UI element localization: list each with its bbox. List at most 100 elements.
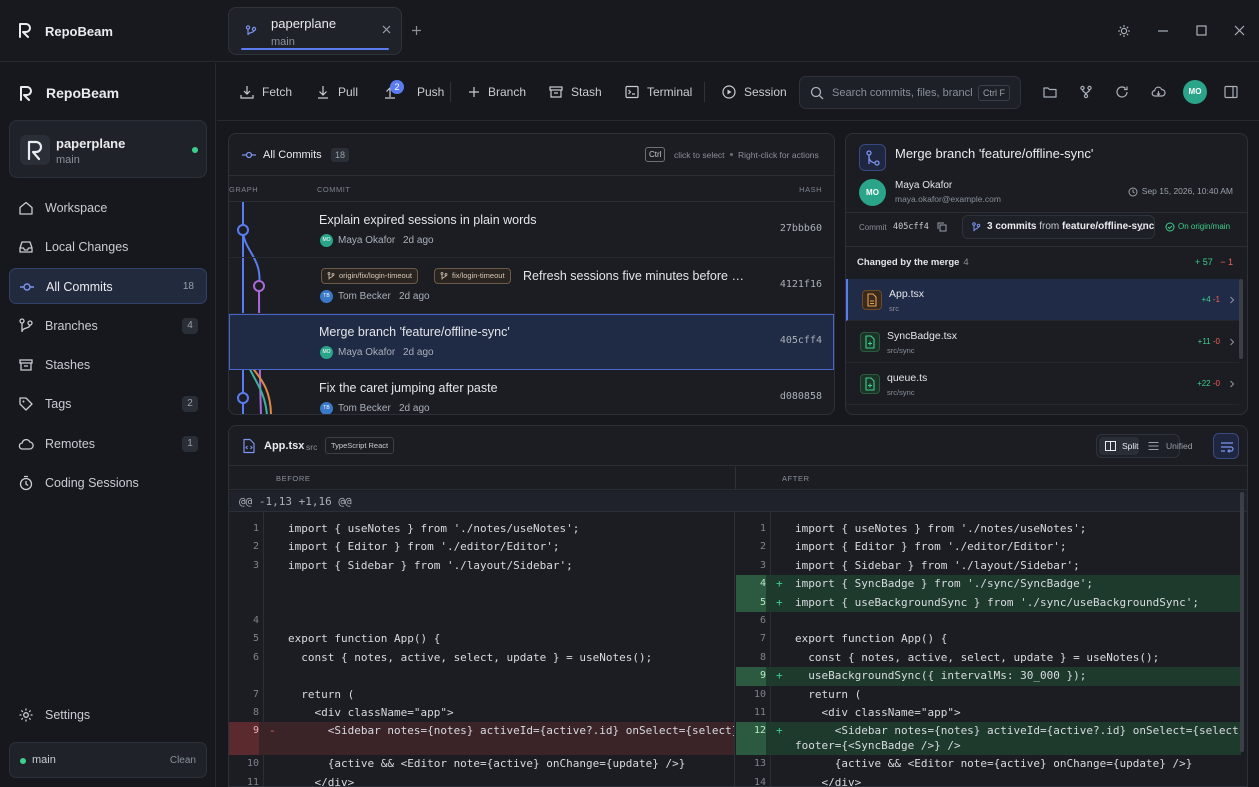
search-input[interactable] <box>832 85 972 101</box>
code-text: {active && <Editor note={active} onChang… <box>795 757 1193 771</box>
changed-file-row[interactable]: SyncBadge.tsx src/sync +11 -0 <box>846 321 1239 363</box>
line-number: 9 <box>736 667 766 686</box>
diff-line: 10 {active && <Editor note={active} onCh… <box>229 755 734 773</box>
file-lines-added: +22 <box>1197 379 1211 388</box>
diff-line: 8 const { notes, active, select, update … <box>736 649 1241 667</box>
sidebar-item-tags[interactable]: Tags 2 <box>9 386 207 422</box>
origin-status: On origin/main <box>1165 222 1230 232</box>
commit-row[interactable]: Explain expired sessions in plain words … <box>229 202 834 258</box>
push-label: Push <box>417 85 445 99</box>
sidebar-item-label: Coding Sessions <box>45 476 139 490</box>
line-number: 3 <box>252 559 259 571</box>
sidebar-item-remotes[interactable]: Remotes 1 <box>9 426 207 462</box>
fetch-button[interactable]: Fetch <box>240 82 292 102</box>
close-window-icon[interactable] <box>1234 25 1245 36</box>
diff-column-headers: BEFORE AFTER <box>229 467 1247 490</box>
repo-switcher[interactable]: paperplane main <box>9 120 207 178</box>
remote-branch-ref[interactable]: origin/fix/login-timeout <box>321 268 418 284</box>
code-text: import { useNotes } from './notes/useNot… <box>795 522 1087 535</box>
sidebar-item-local-changes[interactable]: Local Changes <box>9 229 207 265</box>
sidebar-item-coding-sessions[interactable]: Coding Sessions <box>9 465 207 501</box>
commit-count-badge: 18 <box>331 148 350 162</box>
archive-icon <box>18 357 34 373</box>
changed-file-row-selected[interactable]: App.tsx src +4 -1 <box>846 279 1239 321</box>
home-icon <box>18 200 34 216</box>
sidebar-item-count: 18 <box>182 281 194 292</box>
code-text: import { useBackgroundSync } from './syn… <box>795 595 1199 609</box>
refresh-icon[interactable] <box>1115 85 1129 99</box>
stash-button[interactable]: Stash <box>549 82 602 102</box>
sidebar-item-label: All Commits <box>46 280 113 294</box>
cloud-sync-icon[interactable] <box>1151 85 1166 99</box>
commit-date-text: Sep 15, 2026, 10:40 AM <box>1141 186 1233 196</box>
copy-icon[interactable] <box>937 222 947 232</box>
wrap-lines-button[interactable] <box>1213 433 1239 459</box>
diff-file-name: App.tsx <box>264 440 305 452</box>
status-branch: main <box>32 754 56 766</box>
panel-toggle-icon[interactable] <box>1224 85 1238 99</box>
commit-time: 2d ago <box>403 235 434 246</box>
code-text: const { notes, active, select, update } … <box>288 650 653 664</box>
diff-line: 9 + useBackgroundSync({ intervalMs: 30_00… <box>736 667 1241 686</box>
diff-sign: + <box>776 577 783 591</box>
pull-button[interactable]: Pull <box>316 82 358 102</box>
status-dot <box>20 758 26 764</box>
search-shortcut: Ctrl F <box>978 85 1010 101</box>
folder-icon[interactable] <box>1043 85 1057 99</box>
add-tab-icon[interactable] <box>411 25 422 36</box>
file-lines-removed: -1 <box>1212 295 1220 304</box>
terminal-button[interactable]: Terminal <box>625 82 692 102</box>
diff-line: 14 </div> <box>736 774 1241 787</box>
line-number: 14 <box>753 776 766 787</box>
repo-tab[interactable]: paperplane main <box>228 7 402 55</box>
session-label: Session <box>744 85 787 99</box>
commit-hash: 27bbb60 <box>779 223 822 234</box>
branch-status[interactable]: main Clean <box>9 742 207 778</box>
sidebar-item-branches[interactable]: Branches 4 <box>9 308 207 344</box>
line-number: 7 <box>252 688 259 700</box>
commit-icon <box>242 151 256 159</box>
sidebar-item-workspace[interactable]: Workspace <box>9 190 207 226</box>
diff-line: 6 <box>736 612 1241 630</box>
diff-scrollbar[interactable] <box>1240 492 1244 752</box>
commit-row[interactable]: origin/fix/login-timeout fix/login-timeo… <box>229 258 834 314</box>
session-button[interactable]: Session <box>722 82 787 102</box>
diff-line <box>229 594 734 612</box>
search-box[interactable]: Ctrl F <box>799 76 1021 109</box>
sidebar-item-stashes[interactable]: Stashes <box>9 347 207 383</box>
merged-commits-dropdown[interactable]: 3 commits from feature/offline-sync <box>962 215 1155 239</box>
minimize-icon[interactable] <box>1157 30 1169 32</box>
diff-line: 4 <box>229 612 734 630</box>
hash-column-header: HASH <box>799 185 822 194</box>
tag-icon <box>18 396 34 412</box>
fork-icon[interactable] <box>1079 85 1093 99</box>
file-diff-stats: +4 -1 <box>1202 295 1220 304</box>
brand-name: RepoBeam <box>46 85 120 101</box>
split-view-button[interactable]: Split <box>1099 437 1139 455</box>
code-text: <Sidebar notes={notes} activeId={active?… <box>288 724 735 738</box>
commit-row-selected[interactable]: Merge branch 'feature/offline-sync' MO M… <box>229 314 834 370</box>
sidebar-item-settings[interactable]: Settings <box>9 697 207 733</box>
cloud-icon <box>18 436 34 452</box>
branch-icon <box>18 318 34 334</box>
ref-label: fix/login-timeout <box>452 271 505 280</box>
branch-button[interactable]: Branch <box>468 82 526 102</box>
sidebar-item-all-commits[interactable]: All Commits 18 <box>9 268 207 304</box>
commit-row[interactable]: Fix the caret jumping after paste TB Tom… <box>229 370 834 414</box>
close-tab-icon[interactable] <box>382 25 391 34</box>
unified-view-button[interactable]: Unified <box>1143 437 1192 455</box>
tab-branch: main <box>271 36 295 48</box>
local-branch-ref[interactable]: fix/login-timeout <box>434 268 511 284</box>
file-name: App.tsx <box>889 288 925 300</box>
status-state: Clean <box>169 755 196 766</box>
divider <box>846 246 1247 247</box>
diff-line: 7 export function App() { <box>736 630 1241 648</box>
line-number: 4 <box>736 575 766 594</box>
user-avatar[interactable]: MO <box>1183 80 1207 104</box>
changed-file-row[interactable]: queue.ts src/sync +22 -0 <box>846 363 1239 405</box>
commit-date: Sep 15, 2026, 10:40 AM <box>1128 186 1233 197</box>
file-list-scrollbar[interactable] <box>1239 279 1243 359</box>
maximize-icon[interactable] <box>1196 25 1207 36</box>
commit-author: Tom Becker <box>338 291 391 302</box>
theme-icon[interactable] <box>1117 24 1131 38</box>
